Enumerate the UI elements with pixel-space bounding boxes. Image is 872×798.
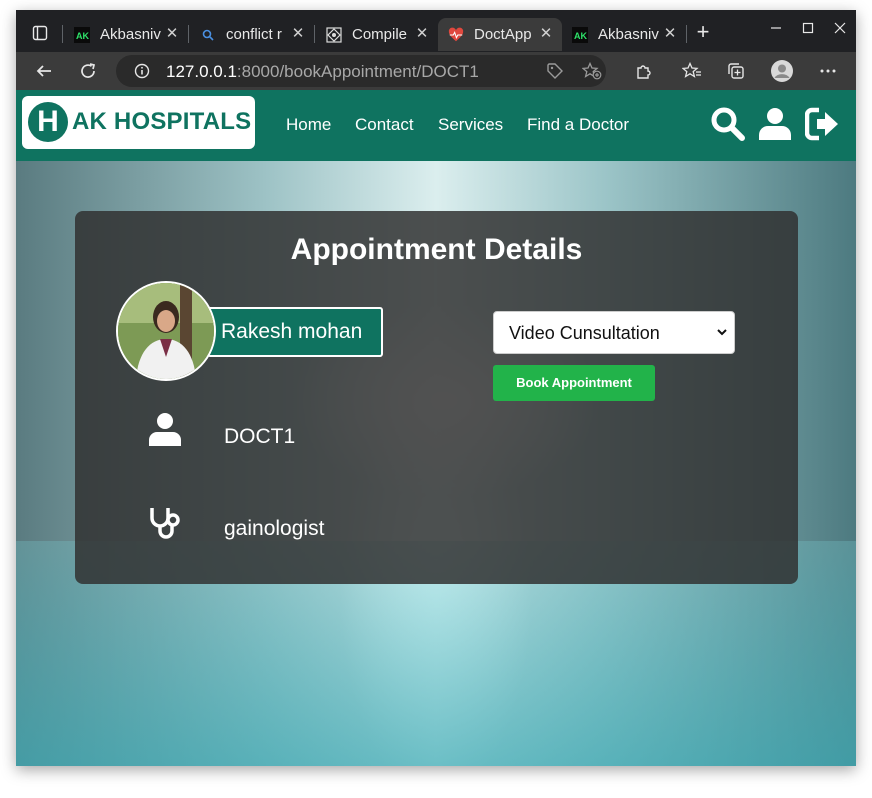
reload-button[interactable]: [76, 59, 100, 83]
tab-close-icon[interactable]: ✕: [414, 26, 430, 42]
tab-actions-icon: [32, 25, 48, 41]
tab-strip: AK Akbasniv ✕ conflict r ✕ Compile ✕ Doc…: [16, 10, 856, 52]
maximize-button[interactable]: [798, 20, 818, 40]
logo-text: AK HOSPITALS: [72, 108, 252, 135]
nav-link-home[interactable]: Home: [286, 115, 331, 135]
doctor-name: Rakesh mohan: [221, 320, 363, 343]
browser-window: AK Akbasniv ✕ conflict r ✕ Compile ✕ Doc…: [16, 10, 856, 766]
compile-favicon: [326, 26, 342, 43]
url-text: 127.0.0.1:8000/bookAppointment/DOCT1: [166, 62, 479, 82]
tab-akbasniv-2[interactable]: AK Akbasniv ✕: [562, 18, 686, 51]
doctor-id-user-icon: [149, 413, 181, 446]
tab-close-icon[interactable]: ✕: [164, 26, 180, 42]
url-host: 127.0.0.1: [166, 62, 237, 81]
minimize-button[interactable]: [766, 20, 786, 40]
collections-button[interactable]: [724, 59, 748, 83]
reload-icon: [81, 63, 96, 78]
stethoscope-icon: [150, 508, 180, 539]
tab-close-icon[interactable]: ✕: [538, 26, 554, 42]
tab-close-icon[interactable]: ✕: [290, 26, 306, 42]
chevron-down-icon: [717, 329, 727, 336]
doctor-name-badge: Rakesh mohan: [207, 307, 383, 357]
nav-link-contact[interactable]: Contact: [355, 115, 414, 135]
tab-akbasniv-1[interactable]: AK Akbasniv ✕: [64, 18, 188, 51]
doctor-avatar: [116, 281, 216, 381]
nav-link-find-doctor[interactable]: Find a Doctor: [527, 115, 629, 135]
consultation-type-select[interactable]: Video Cunsultation: [493, 311, 735, 354]
tab-separator: [188, 25, 189, 43]
doctor-id: DOCT1: [224, 425, 296, 448]
tab-title: conflict r: [226, 26, 282, 43]
new-tab-button[interactable]: +: [692, 21, 714, 44]
settings-menu-button[interactable]: [816, 59, 840, 83]
site-logo[interactable]: H AK HOSPITALS: [22, 96, 255, 149]
profile-avatar-icon: [771, 60, 793, 82]
site-info-icon[interactable]: [134, 63, 150, 84]
logout-icon[interactable]: [805, 106, 841, 142]
tab-title: Compile: [352, 26, 408, 43]
search-favicon: [200, 27, 216, 43]
consultation-type-value: Video Cunsultation: [509, 323, 660, 343]
more-options-icon: [820, 69, 836, 73]
tab-separator: [314, 25, 315, 43]
svg-text:AK: AK: [574, 31, 587, 41]
page-title: Appointment Details: [290, 233, 583, 266]
collections-icon: [728, 63, 744, 79]
hospital-corridor-background: Appointment Details Rakesh mohan DOCT1 g…: [16, 161, 856, 766]
address-bar[interactable]: 127.0.0.1:8000/bookAppointment/DOCT1: [116, 55, 606, 87]
doctor-photo: [118, 283, 214, 379]
minimize-icon: [771, 27, 781, 29]
tab-compile[interactable]: Compile ✕: [316, 18, 438, 51]
tab-close-icon[interactable]: ✕: [662, 26, 678, 42]
back-button[interactable]: [32, 59, 56, 83]
svg-text:AK: AK: [76, 31, 89, 41]
web-page: H AK HOSPITALS Home Contact Services Fin…: [16, 90, 856, 766]
extensions-button[interactable]: [632, 59, 656, 83]
favorites-button[interactable]: [680, 59, 704, 83]
url-path: :8000/bookAppointment/DOCT1: [236, 62, 479, 81]
doctor-specialization: gainologist: [224, 517, 325, 540]
tab-doctapp-active[interactable]: DoctApp ✕: [438, 18, 562, 51]
logo-mark: H: [28, 102, 68, 142]
browser-toolbar: 127.0.0.1:8000/bookAppointment/DOCT1: [16, 52, 856, 90]
back-arrow-icon: [36, 65, 51, 77]
nav-link-services[interactable]: Services: [438, 115, 503, 135]
book-appointment-button[interactable]: Book Appointment: [493, 365, 655, 401]
tab-title: Akbasniv: [100, 26, 161, 43]
search-icon[interactable]: [710, 106, 746, 142]
add-favorite-icon[interactable]: [581, 61, 602, 85]
tag-icon[interactable]: [546, 62, 564, 85]
close-icon: [834, 22, 846, 34]
favorites-icon: [682, 62, 701, 78]
user-icon[interactable]: [757, 106, 793, 142]
tab-title: DoctApp: [474, 26, 532, 43]
maximize-icon: [802, 22, 814, 34]
tab-separator: [62, 25, 63, 43]
site-navbar: H AK HOSPITALS Home Contact Services Fin…: [16, 90, 856, 161]
appointment-card: Appointment Details Rakesh mohan DOCT1 g…: [75, 211, 798, 584]
profile-button[interactable]: [770, 59, 794, 83]
tab-separator: [686, 25, 687, 43]
ak-favicon: AK: [572, 26, 588, 43]
puzzle-icon: [637, 65, 651, 79]
tab-conflict[interactable]: conflict r ✕: [190, 18, 314, 51]
close-window-button[interactable]: [830, 20, 850, 40]
ak-favicon: AK: [74, 26, 90, 43]
tab-actions-button[interactable]: [22, 20, 58, 46]
tab-title: Akbasniv: [598, 26, 659, 43]
heartbeat-favicon: [448, 27, 464, 43]
